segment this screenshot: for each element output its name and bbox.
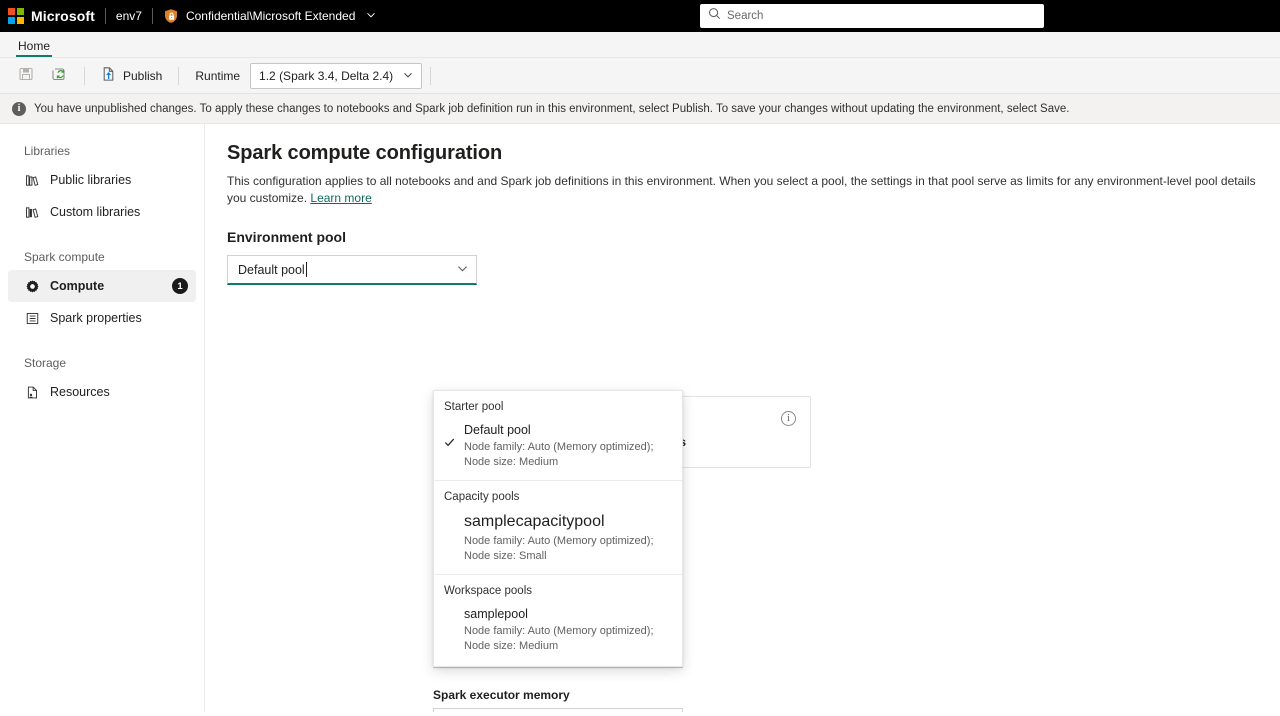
sidebar: Libraries Public libraries Custom librar…	[0, 124, 205, 712]
dropdown-option-body: samplecapacitypool Node family: Auto (Me…	[460, 511, 672, 564]
publish-label: Publish	[123, 68, 163, 83]
sidebar-item-label: Public libraries	[50, 173, 132, 187]
unpublished-changes-messagebar: i You have unpublished changes. To apply…	[0, 94, 1280, 124]
library-books-icon	[24, 172, 40, 188]
command-separator-2	[178, 66, 180, 85]
environment-name[interactable]: env7	[116, 9, 142, 23]
checkmark-placeholder	[444, 605, 460, 621]
chevron-down-icon	[366, 9, 376, 23]
shield-lock-icon	[163, 8, 179, 24]
chevron-down-icon	[457, 263, 468, 277]
dropdown-option-name: samplepool	[464, 607, 528, 621]
sidebar-item-label: Compute	[50, 279, 105, 293]
learn-more-link[interactable]: Learn more	[310, 191, 371, 205]
dropdown-option-default-pool[interactable]: Default pool Node family: Auto (Memory o…	[434, 419, 682, 480]
refresh-icon	[52, 66, 68, 85]
tab-home[interactable]: Home	[12, 36, 56, 57]
brand-label: Microsoft	[31, 8, 95, 24]
command-separator-3	[430, 66, 432, 85]
info-icon[interactable]: i	[781, 411, 796, 426]
executor-memory-select[interactable]: 56GB	[433, 708, 683, 712]
environment-pool-value: Default pool	[238, 262, 305, 277]
dropdown-option-name: samplecapacitypool	[464, 513, 605, 530]
environment-pool-value-wrap: Default pool	[238, 262, 307, 277]
sidebar-item-label: Custom libraries	[50, 205, 141, 219]
section-title-environment-pool: Environment pool	[227, 229, 346, 245]
sidebar-item-spark-properties[interactable]: Spark properties	[8, 302, 196, 334]
workspace-selector[interactable]: Confidential\Microsoft Extended	[163, 8, 376, 24]
runtime-value: 1.2 (Spark 3.4, Delta 2.4)	[259, 68, 394, 83]
page-title: Spark compute configuration	[227, 142, 503, 164]
microsoft-logo[interactable]: Microsoft	[8, 8, 95, 24]
dropdown-group-header-workspace: Workspace pools	[444, 585, 532, 597]
sidebar-item-custom-libraries[interactable]: Custom libraries	[8, 196, 196, 228]
page-description-text: This configuration applies to all notebo…	[227, 174, 1256, 205]
dropdown-option-body: Default pool Node family: Auto (Memory o…	[460, 421, 672, 470]
dropdown-option-name: Default pool	[464, 423, 531, 437]
suite-header: Microsoft env7 Confidential\Microsoft Ex…	[0, 0, 1280, 32]
dropdown-option-body: samplepool Node family: Auto (Memory opt…	[460, 605, 672, 654]
command-separator-1	[84, 66, 85, 85]
page-body: Libraries Public libraries Custom librar…	[0, 124, 1280, 712]
workspace-label: Confidential\Microsoft Extended	[185, 9, 356, 23]
search-input[interactable]: Search	[700, 4, 1044, 28]
dropdown-group-header-capacity: Capacity pools	[444, 491, 520, 503]
runtime-dropdown[interactable]: 1.2 (Spark 3.4, Delta 2.4)	[250, 62, 423, 89]
form-spacer-1	[433, 668, 805, 688]
save-button[interactable]	[10, 62, 42, 90]
environment-pool-combobox[interactable]: Default pool	[227, 255, 477, 285]
document-icon	[24, 384, 40, 400]
search-placeholder: Search	[727, 10, 764, 22]
dropdown-option-samplecapacitypool[interactable]: samplecapacitypool Node family: Auto (Me…	[434, 509, 682, 574]
page-description: This configuration applies to all notebo…	[227, 173, 1257, 207]
sidebar-item-public-libraries[interactable]: Public libraries	[8, 164, 196, 196]
dropdown-option-samplepool[interactable]: samplepool Node family: Auto (Memory opt…	[434, 603, 682, 664]
save-icon	[18, 66, 34, 85]
info-icon: i	[12, 101, 26, 116]
microsoft-logo-icon	[8, 8, 24, 24]
checkmark-icon	[444, 421, 460, 450]
sidebar-group-storage-title: Storage	[24, 356, 67, 370]
dropdown-option-detail: Node family: Auto (Memory optimized); No…	[464, 441, 654, 468]
publish-button[interactable]: Publish	[93, 62, 170, 90]
checkmark-placeholder	[444, 511, 460, 527]
sidebar-item-resources[interactable]: Resources	[8, 376, 196, 408]
discard-button[interactable]	[44, 62, 76, 90]
sidebar-item-compute[interactable]: Compute 1	[8, 270, 196, 302]
sidebar-group-spark-compute-title: Spark compute	[24, 250, 105, 264]
executor-memory-label: Spark executor memory	[433, 688, 570, 702]
chevron-down-icon	[403, 69, 413, 83]
sidebar-group-libraries-title: Libraries	[24, 144, 71, 158]
text-caret	[305, 262, 307, 277]
sidebar-item-label: Spark properties	[50, 311, 142, 325]
header-divider-1	[104, 8, 106, 24]
dropdown-option-detail: Node family: Auto (Memory optimized); No…	[464, 535, 654, 562]
sidebar-item-label: Resources	[50, 385, 110, 399]
ribbon-tabstrip: Home	[0, 32, 1280, 58]
header-divider-2	[151, 8, 153, 24]
runtime-label: Runtime	[195, 68, 241, 83]
status-badge: 1	[172, 278, 188, 294]
gear-icon	[24, 278, 40, 294]
dropdown-option-detail: Node family: Auto (Memory optimized); No…	[464, 625, 654, 652]
environment-pool-dropdown-flyout: Starter pool Default pool Node family: A…	[433, 390, 683, 667]
dropdown-group-header-starter: Starter pool	[444, 401, 504, 413]
library-custom-icon	[24, 204, 40, 220]
publish-upload-icon	[101, 66, 117, 85]
command-bar: Publish Runtime 1.2 (Spark 3.4, Delta 2.…	[0, 58, 1280, 94]
search-icon	[708, 7, 721, 25]
properties-list-icon	[24, 310, 40, 326]
messagebar-text: You have unpublished changes. To apply t…	[34, 102, 1070, 115]
main-content: Spark compute configuration This configu…	[205, 124, 1280, 712]
